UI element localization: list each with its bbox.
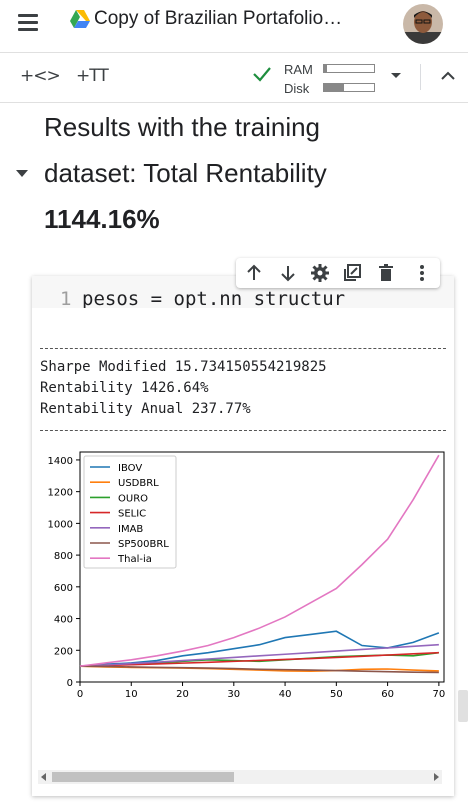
legend-label: SP500BRL [118, 539, 169, 550]
notebook-toolbar: +<> +TT [0, 54, 468, 102]
x-tick-label: 0 [77, 689, 83, 700]
x-tick-label: 40 [279, 689, 292, 700]
toolbar-separator [420, 64, 421, 90]
ram-usage-bar [323, 64, 375, 73]
scroll-right-icon[interactable] [432, 773, 440, 781]
legend-label: OURO [118, 493, 148, 504]
mirror-cell-icon[interactable] [342, 263, 362, 283]
rentability-line-chart: 0 200 400 600 800 1000 1200 1400 0 10 20 30 40 50 60 70… [48, 451, 446, 700]
add-code-button[interactable]: +<> [20, 66, 61, 86]
appbar-divider [0, 52, 468, 53]
arrow-up-icon[interactable] [244, 263, 264, 283]
legend-label: IMAB [118, 524, 143, 535]
app-bar: Copy of Brazilian Portafolio… [0, 0, 468, 50]
y-tick-label: 1000 [48, 519, 73, 530]
check-icon [253, 67, 271, 82]
output-horizontal-scrollbar[interactable] [38, 770, 442, 784]
add-text-button[interactable]: +TT [76, 66, 109, 86]
x-tick-label: 70 [433, 689, 446, 700]
rentability-output: Rentability 1426.64% [40, 380, 209, 396]
total-rentability-value: 1144.16% [44, 204, 160, 234]
cell-output: Sharpe Modified 15.734150554219825 Renta… [32, 308, 454, 796]
y-tick-label: 1400 [48, 456, 73, 467]
resource-labels[interactable]: RAM Disk [284, 60, 313, 98]
gear-icon[interactable] [310, 263, 330, 283]
x-tick-label: 60 [381, 689, 394, 700]
toolbar-divider [0, 102, 468, 103]
y-tick-label: 800 [54, 551, 73, 562]
text-cell-line-1: Results with the training [44, 112, 321, 142]
cell-toolbar [236, 258, 440, 288]
collapse-section-icon[interactable] [16, 170, 28, 177]
notebook-title[interactable]: Copy of Brazilian Portafolio… [94, 8, 384, 30]
output-divider-bottom [40, 430, 446, 431]
more-vert-icon[interactable] [412, 263, 432, 283]
disk-usage-bar [323, 83, 375, 92]
output-divider-top [40, 348, 446, 349]
legend-label: Thal-ia [117, 554, 152, 565]
x-tick-label: 30 [227, 689, 240, 700]
y-tick-label: 0 [67, 678, 73, 689]
legend-label: USDBRL [118, 478, 159, 489]
page-scrollbar-thumb[interactable] [458, 690, 468, 722]
y-tick-label: 600 [54, 583, 73, 594]
sharpe-output: Sharpe Modified 15.734150554219825 [40, 359, 327, 375]
legend-label: IBOV [118, 463, 142, 474]
y-tick-label: 400 [54, 615, 73, 626]
ram-label: RAM [284, 62, 313, 77]
user-avatar[interactable] [403, 4, 443, 44]
google-drive-icon [70, 10, 90, 28]
y-tick-label: 200 [54, 646, 73, 657]
y-tick-label: 1200 [48, 488, 73, 499]
code-text[interactable]: pesos = opt.nn_structur [82, 288, 345, 308]
legend-label: SELIC [118, 509, 146, 520]
hamburger-menu-icon[interactable] [16, 12, 40, 32]
scrollbar-thumb[interactable] [52, 772, 234, 782]
arrow-down-icon[interactable] [278, 263, 298, 283]
chevron-up-icon[interactable] [440, 70, 456, 80]
rentability-anual-output: Rentability Anual 237.77% [40, 401, 251, 417]
x-tick-label: 50 [330, 689, 343, 700]
x-tick-label: 10 [125, 689, 138, 700]
line-number: 1 [60, 288, 72, 308]
chevron-down-icon[interactable] [391, 73, 401, 78]
x-tick-label: 20 [176, 689, 189, 700]
disk-label: Disk [284, 81, 310, 96]
text-cell-line-2: dataset: Total Rentability [44, 158, 327, 188]
delete-icon[interactable] [376, 263, 396, 283]
scroll-left-icon[interactable] [40, 773, 48, 781]
